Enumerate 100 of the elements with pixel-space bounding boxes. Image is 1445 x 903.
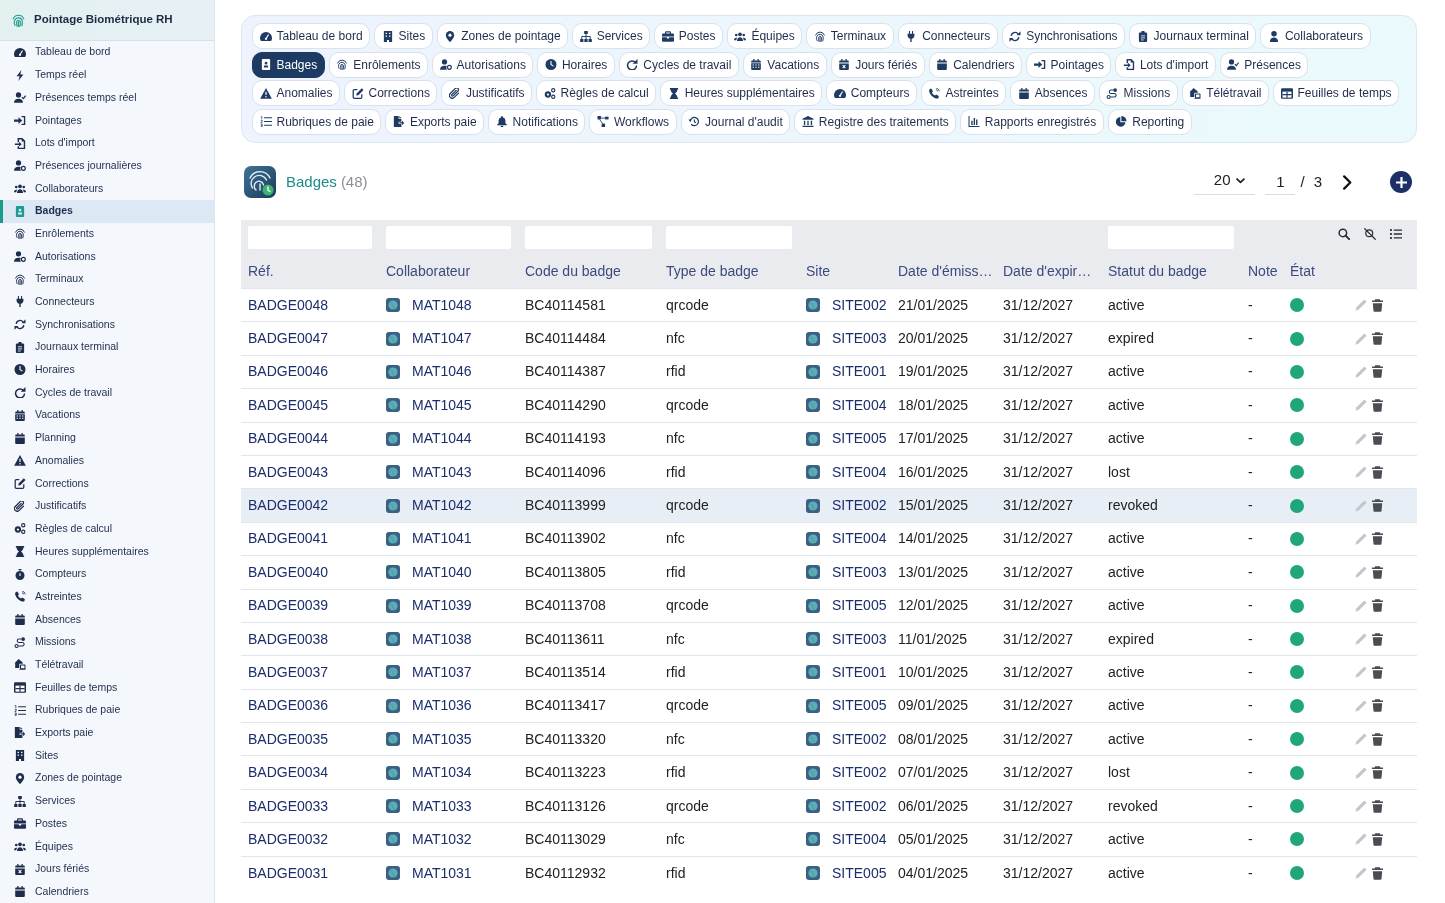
delete-button[interactable] (1372, 499, 1383, 513)
nav-tab[interactable]: Calendriers (928, 51, 1023, 78)
sidebar-item[interactable]: Journaux terminal (0, 335, 214, 359)
site-link[interactable]: SITE003 (832, 628, 887, 650)
employee-link[interactable]: MAT1035 (412, 728, 472, 750)
nav-tab[interactable]: Jours fériés (830, 51, 925, 78)
nav-tab[interactable]: Règles de calcul (536, 80, 657, 106)
columns-button[interactable] (1390, 228, 1403, 240)
nav-tab[interactable]: Enrôlements (328, 51, 429, 78)
nav-tab[interactable]: Missions (1098, 80, 1178, 106)
site-link[interactable]: SITE001 (832, 662, 887, 683)
employee-link[interactable]: MAT1044 (412, 428, 472, 450)
sidebar-item[interactable]: Lots d'import (0, 131, 214, 155)
sidebar-item[interactable]: Justificatifs (0, 494, 214, 518)
nav-tab[interactable]: Astreintes (920, 80, 1007, 106)
nav-tab[interactable]: Lots d'import (1115, 51, 1216, 78)
badge-link[interactable]: BADGE0048 (248, 296, 329, 313)
employee-link[interactable]: MAT1034 (412, 762, 472, 784)
add-button[interactable] (1390, 171, 1412, 193)
sidebar-item[interactable]: Tableau de bord (0, 41, 214, 64)
nav-tab[interactable]: Sites (374, 23, 433, 49)
site-link[interactable]: SITE005 (832, 595, 887, 617)
clear-filters-button[interactable] (1364, 228, 1377, 240)
badge-link[interactable]: BADGE0045 (248, 396, 329, 413)
site-link[interactable]: SITE004 (832, 828, 887, 850)
sidebar-item[interactable]: Zones de pointage (0, 767, 214, 790)
badge-link[interactable]: BADGE0031 (248, 864, 329, 881)
sidebar-item[interactable]: Équipes (0, 835, 214, 858)
nav-tab[interactable]: Registre des traitements (794, 108, 957, 135)
column-header[interactable]: Type de badge (659, 254, 799, 289)
table-row[interactable]: BADGE0034 MAT1034 BC40113223 rfid SITE002 07/01/2025 31/12/2027 lost - (241, 755, 1418, 790)
nav-tab[interactable]: Feuilles de temps (1273, 80, 1400, 106)
table-row[interactable]: BADGE0045 MAT1045 BC40114290 qrcode SITE004 18/01/2025 31/12/2027 active - (241, 388, 1418, 423)
nav-tab[interactable]: Badges (252, 51, 325, 78)
nav-tab[interactable]: Absences (1010, 80, 1095, 106)
sidebar-item[interactable]: Horaires (0, 358, 214, 382)
delete-button[interactable] (1372, 465, 1383, 479)
nav-tab[interactable]: Cycles de travail (618, 51, 739, 78)
table-row[interactable]: BADGE0035 MAT1035 BC40113320 nfc SITE002 08/01/2025 31/12/2027 active - (241, 722, 1418, 756)
sidebar-item[interactable]: Sites (0, 744, 214, 767)
sidebar-item[interactable]: Astreintes (0, 585, 214, 609)
sidebar-item[interactable]: Temps réel (0, 63, 214, 87)
nav-tab[interactable]: Journaux terminal (1129, 23, 1257, 49)
delete-button[interactable] (1372, 398, 1383, 412)
sidebar-item[interactable]: Vacations (0, 404, 214, 427)
column-header[interactable]: Statut du badge (1101, 254, 1241, 289)
delete-button[interactable] (1372, 532, 1383, 546)
nav-tab[interactable]: Rapports enregistrés (960, 108, 1104, 135)
employee-link[interactable]: MAT1037 (412, 662, 472, 683)
site-link[interactable]: SITE002 (832, 762, 887, 784)
site-link[interactable]: SITE005 (832, 428, 887, 450)
site-link[interactable]: SITE005 (832, 695, 887, 717)
nav-tab[interactable]: Vacations (742, 51, 827, 78)
employee-link[interactable]: MAT1043 (412, 461, 472, 483)
table-row[interactable]: BADGE0042 MAT1042 BC40113999 qrcode SITE002 15/01/2025 31/12/2027 revoked - (241, 488, 1418, 523)
sidebar-item[interactable]: Règles de calcul (0, 517, 214, 541)
nav-tab[interactable]: Collaborateurs (1260, 23, 1371, 49)
column-header[interactable]: Collaborateur (379, 254, 518, 289)
site-link[interactable]: SITE004 (832, 461, 887, 483)
delete-button[interactable] (1372, 432, 1383, 446)
badge-link[interactable]: BADGE0041 (248, 530, 329, 547)
site-link[interactable]: SITE004 (832, 528, 887, 550)
sidebar-item[interactable]: Badges (0, 199, 214, 223)
badge-link[interactable]: BADGE0035 (248, 730, 329, 747)
column-header[interactable]: État (1283, 254, 1340, 289)
site-link[interactable]: SITE002 (832, 728, 887, 750)
nav-tab[interactable]: Autorisations (432, 51, 534, 78)
employee-link[interactable]: MAT1045 (412, 394, 472, 416)
sidebar-item[interactable]: Collaborateurs (0, 177, 214, 200)
sidebar-item[interactable]: Jours fériés (0, 857, 214, 881)
nav-tab[interactable]: Connecteurs (897, 23, 998, 49)
sidebar-item[interactable]: Cycles de travail (0, 381, 214, 404)
site-link[interactable]: SITE002 (832, 795, 887, 817)
badge-link[interactable]: BADGE0044 (248, 430, 329, 447)
table-row[interactable]: BADGE0038 MAT1038 BC40113611 nfc SITE003 11/01/2025 31/12/2027 expired - (241, 622, 1418, 656)
badge-link[interactable]: BADGE0043 (248, 463, 329, 480)
badge-link[interactable]: BADGE0046 (248, 363, 329, 380)
delete-button[interactable] (1372, 832, 1383, 846)
delete-button[interactable] (1372, 699, 1383, 713)
nav-tab[interactable]: Exports paie (385, 108, 485, 135)
employee-link[interactable]: MAT1047 (412, 328, 472, 350)
sidebar-item[interactable]: Planning (0, 426, 214, 450)
employee-link[interactable]: MAT1033 (412, 795, 472, 817)
table-row[interactable]: BADGE0044 MAT1044 BC40114193 nfc SITE005 17/01/2025 31/12/2027 active - (241, 422, 1418, 456)
nav-tab[interactable]: Équipes (726, 23, 803, 49)
sidebar-item[interactable]: Feuilles de temps (0, 676, 214, 699)
employee-link[interactable]: MAT1041 (412, 528, 472, 550)
column-header[interactable]: Code du badge (518, 254, 659, 289)
nav-tab[interactable]: Compteurs (826, 80, 917, 106)
badge-link[interactable]: BADGE0036 (248, 697, 329, 714)
sidebar-item[interactable]: Absences (0, 608, 214, 631)
sidebar-item[interactable]: Pointages (0, 109, 214, 132)
sidebar-item[interactable]: Présences journalières (0, 154, 214, 178)
sidebar-item[interactable]: Terminaux (0, 267, 214, 291)
table-row[interactable]: BADGE0036 MAT1036 BC40113417 qrcode SITE005 09/01/2025 31/12/2027 active - (241, 689, 1418, 723)
next-page-button[interactable] (1342, 174, 1352, 190)
sidebar-item[interactable]: Postes (0, 812, 214, 836)
sidebar-item[interactable]: Rubriques de paie (0, 698, 214, 722)
delete-button[interactable] (1372, 799, 1383, 813)
delete-button[interactable] (1372, 599, 1383, 613)
